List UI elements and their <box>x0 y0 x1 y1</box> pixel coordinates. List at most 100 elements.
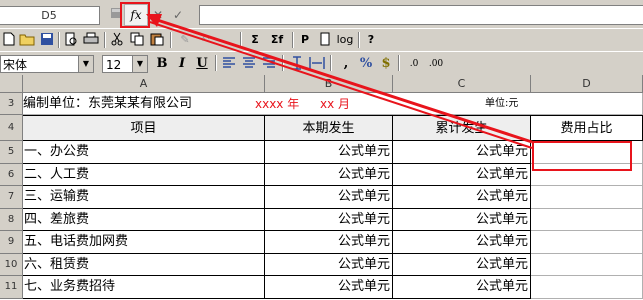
header-ratio-cell[interactable]: 费用占比 <box>531 115 643 141</box>
toolbar-separator <box>292 32 294 48</box>
cumulative-cell[interactable]: 公式单元 <box>393 231 531 254</box>
cumulative-cell[interactable]: 公式单元 <box>393 141 531 164</box>
item-cell[interactable]: 五、电话费加网费 <box>23 231 265 254</box>
font-name-select[interactable]: 宋体 ▼ <box>0 55 94 73</box>
fx-highlight-box <box>120 2 150 28</box>
year-label: xxxx 年 <box>255 97 300 111</box>
row-header[interactable]: 8 <box>0 208 23 231</box>
currency-style-button[interactable]: $ <box>376 55 396 73</box>
ratio-cell[interactable] <box>531 231 643 254</box>
paste-icon[interactable] <box>148 31 166 49</box>
chevron-down-icon[interactable]: ▼ <box>78 56 93 72</box>
print-preview-icon[interactable] <box>62 31 80 49</box>
autosum-button[interactable]: Σ <box>246 31 264 49</box>
undo-icon[interactable]: ↶ <box>196 31 214 49</box>
cumulative-cell[interactable]: 公式单元 <box>393 186 531 209</box>
header-cumulative-cell[interactable]: 累计发生 <box>393 115 531 141</box>
toolbar-separator <box>170 32 172 48</box>
name-box[interactable]: D5 <box>0 6 100 25</box>
toolbar-separator <box>282 55 284 71</box>
font-name-value: 宋体 <box>3 58 28 72</box>
toolbar-separator <box>104 32 106 48</box>
current-period-cell[interactable]: 公式单元 <box>265 276 393 299</box>
toolbar-separator <box>58 32 60 48</box>
formula-bar: D5 fx ✕ ✓ <box>0 0 643 28</box>
column-header-c[interactable]: C <box>393 75 531 93</box>
italic-button[interactable]: I <box>172 55 192 73</box>
title-cell[interactable]: 编制单位：东莞某某有限公司 xxxx 年 xx 月 单位:元 <box>23 93 531 115</box>
align-right-icon[interactable] <box>260 55 278 73</box>
current-period-cell[interactable]: 公式单元 <box>265 231 393 254</box>
header-current-cell[interactable]: 本期发生 <box>265 115 393 141</box>
item-cell[interactable]: 四、差旅费 <box>23 208 265 231</box>
cancel-icon[interactable]: ✕ <box>150 7 166 23</box>
cumulative-cell[interactable]: 公式单元 <box>393 253 531 276</box>
vertical-align-icon[interactable] <box>288 55 306 73</box>
item-cell[interactable]: 一、办公费 <box>23 141 265 164</box>
current-period-cell[interactable]: 公式单元 <box>265 186 393 209</box>
select-all-corner[interactable] <box>0 75 23 93</box>
cumulative-cell[interactable]: 公式单元 <box>393 163 531 186</box>
cumulative-cell[interactable]: 公式单元 <box>393 276 531 299</box>
toolbar-separator <box>358 32 360 48</box>
cut-icon[interactable] <box>108 31 126 49</box>
current-period-cell[interactable]: 公式单元 <box>265 253 393 276</box>
header-item-cell[interactable]: 项目 <box>23 115 265 141</box>
align-left-icon[interactable] <box>220 55 238 73</box>
decrease-decimal-button[interactable]: .00 <box>424 55 448 73</box>
item-cell[interactable]: 二、人工费 <box>23 163 265 186</box>
print-p-button[interactable]: P <box>296 31 314 49</box>
column-header-d[interactable]: D <box>531 75 643 93</box>
column-header-a[interactable]: A <box>23 75 265 93</box>
ratio-cell[interactable] <box>531 208 643 231</box>
copy-icon[interactable] <box>128 31 146 49</box>
toolbar-separator <box>240 32 242 48</box>
company-label: 编制单位：东莞某某有限公司 <box>23 96 193 111</box>
cumulative-cell[interactable]: 公式单元 <box>393 208 531 231</box>
open-folder-icon[interactable] <box>18 31 36 49</box>
d5-highlight-box <box>532 141 632 171</box>
toolbar-separator <box>398 55 400 71</box>
column-header-b[interactable]: B <box>265 75 393 93</box>
chart-icon[interactable] <box>316 31 334 49</box>
percent-style-button[interactable]: % <box>356 55 376 73</box>
cell-d3[interactable] <box>531 93 643 115</box>
printer-icon[interactable] <box>82 31 100 49</box>
current-period-cell[interactable]: 公式单元 <box>265 141 393 164</box>
row-header[interactable]: 6 <box>0 163 23 186</box>
item-cell[interactable]: 七、业务费招待 <box>23 276 265 299</box>
row-header[interactable]: 11 <box>0 276 23 299</box>
row-header[interactable]: 3 <box>0 93 23 115</box>
underline-button[interactable]: U <box>192 55 212 73</box>
enter-icon[interactable]: ✓ <box>170 7 186 23</box>
row-header[interactable]: 4 <box>0 115 23 141</box>
item-cell[interactable]: 六、租赁费 <box>23 253 265 276</box>
row-header[interactable]: 10 <box>0 253 23 276</box>
merge-center-icon[interactable] <box>308 55 326 73</box>
new-file-icon[interactable] <box>0 31 18 49</box>
save-icon[interactable] <box>38 31 56 49</box>
item-cell[interactable]: 三、运输费 <box>23 186 265 209</box>
row-header[interactable]: 9 <box>0 231 23 254</box>
font-size-value: 12 <box>106 58 122 72</box>
function-sum-button[interactable]: Σf <box>266 31 288 49</box>
formula-input[interactable] <box>199 5 643 25</box>
log-button[interactable]: log <box>334 31 356 49</box>
align-center-icon[interactable] <box>240 55 258 73</box>
comma-style-button[interactable]: , <box>336 55 356 73</box>
ratio-cell[interactable] <box>531 186 643 209</box>
format-painter-icon[interactable]: ✎ <box>176 31 194 49</box>
bold-button[interactable]: B <box>152 55 172 73</box>
row-header[interactable]: 7 <box>0 186 23 209</box>
current-period-cell[interactable]: 公式单元 <box>265 163 393 186</box>
ratio-cell[interactable] <box>531 253 643 276</box>
standard-toolbar: ✎ ↶ Σ Σf P log ? <box>0 28 643 51</box>
font-size-select[interactable]: 12 ▼ <box>102 55 148 73</box>
current-period-cell[interactable]: 公式单元 <box>265 208 393 231</box>
month-label: xx 月 <box>320 97 351 111</box>
increase-decimal-button[interactable]: .0 <box>402 55 426 73</box>
ratio-cell[interactable] <box>531 276 643 299</box>
row-header[interactable]: 5 <box>0 141 23 164</box>
chevron-down-icon[interactable]: ▼ <box>132 56 147 72</box>
help-button[interactable]: ? <box>362 31 380 49</box>
